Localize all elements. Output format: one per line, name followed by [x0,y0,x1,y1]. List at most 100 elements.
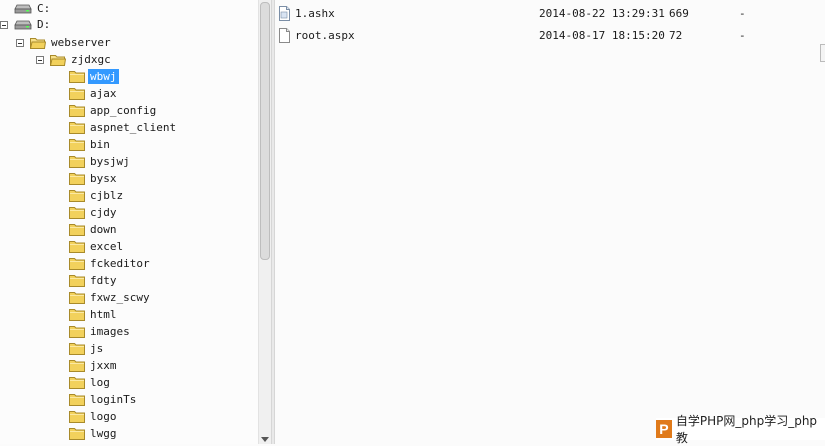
tree-item-label: down [90,223,117,236]
file-size: 72 [669,29,683,42]
tree-item-folder[interactable]: js [69,340,105,357]
tree-scrollbar[interactable] [258,0,271,444]
tree-item-label: js [90,342,104,355]
folder-icon [69,71,85,83]
tree-item-label: html [90,308,117,321]
folder-icon [69,122,85,134]
watermark-text: 自学PHP网_php学习_php教 [675,414,818,445]
tree-item-label: excel [90,240,124,253]
file-row[interactable]: root.aspx 2014-08-17 18:15:20 72 - [275,26,825,46]
drive-icon [14,20,32,29]
folder-icon [69,343,85,355]
folder-icon [69,173,85,185]
folder-icon [69,207,85,219]
tree-item-folder[interactable]: log [69,374,112,391]
tree-item-folder[interactable]: bysx [69,170,119,187]
file-list[interactable]: 1.ashx 2014-08-22 13:29:31 669 - root.as… [275,0,825,444]
tree-item-label: bin [90,138,110,151]
folder-icon [69,275,85,287]
tree-item-folder[interactable]: fxwz_scwy [69,289,152,306]
tree-item-folder[interactable]: logo [69,408,119,425]
tree-item-label: C: [37,2,51,15]
file-name: root.aspx [295,29,355,42]
file-permission: - [739,29,746,42]
collapse-toggle-icon[interactable] [0,20,8,29]
folder-icon [69,360,85,372]
tree-item-webserver[interactable]: webserver [16,34,113,51]
file-date: 2014-08-17 18:15:20 [539,29,665,42]
folder-icon [69,394,85,406]
folder-open-icon [30,38,46,49]
tree-item-label: app_config [90,104,157,117]
tree-item-folder[interactable]: lwgg [69,425,119,442]
file-name: 1.ashx [295,7,335,20]
tree-item-folder[interactable]: jxxm [69,357,119,374]
folder-icon [69,428,85,440]
file-row[interactable]: 1.ashx 2014-08-22 13:29:31 669 - [275,4,825,24]
tree-item-label: D: [37,18,51,31]
tree-item-label: jxxm [90,359,117,372]
folder-icon [69,241,85,253]
tree-item-folder[interactable]: excel [69,238,125,255]
tree-item-folder[interactable]: ajax [69,85,119,102]
tree-item-label: bysjwj [90,155,130,168]
tree-item-folder[interactable]: down [69,221,119,238]
folder-icon [69,190,85,202]
drive-icon [14,4,32,13]
folder-icon [69,139,85,151]
tree-item-zjdxgc[interactable]: zjdxgc [36,51,113,68]
file-permission: - [739,7,746,20]
folder-icon [69,88,85,100]
tree-item-label: ajax [90,87,117,100]
tree-item-drive-c[interactable]: C: [14,0,52,17]
collapse-toggle-icon[interactable] [36,55,44,64]
tree-item-folder[interactable]: loginTs [69,391,138,408]
tree-item-folder[interactable]: aspnet_client [69,119,178,136]
tree-item-folder[interactable]: fckeditor [69,255,152,272]
folder-icon [69,156,85,168]
tree-item-label: loginTs [90,393,137,406]
collapse-toggle-icon[interactable] [16,38,24,47]
tree-item-label: fdty [90,274,117,287]
scrollbar-thumb[interactable] [260,2,270,260]
file-date: 2014-08-22 13:29:31 [539,7,665,20]
file-script-icon [279,6,290,21]
tree-item-label: logo [90,410,117,423]
tree-item-drive-d[interactable]: D: [0,16,52,33]
folder-icon [69,105,85,117]
tree-item-folder[interactable]: app_config [69,102,158,119]
scroll-down-arrow-icon[interactable] [261,437,269,442]
folder-icon [69,292,85,304]
tree-item-folder[interactable]: cjblz [69,187,125,204]
folder-icon [69,377,85,389]
edge-control[interactable] [820,44,825,62]
watermark: P 自学PHP网_php学习_php教 [656,414,825,445]
tree-item-folder[interactable]: images [69,323,132,340]
tree-item-label: webserver [51,36,111,49]
folder-icon [69,224,85,236]
tree-item-label: wbwj [88,69,119,84]
folder-tree[interactable]: C: D: webserver zjdxgc wbwj ajax app_confi… [0,0,258,444]
folder-open-icon [50,55,66,66]
folder-icon [69,411,85,423]
tree-item-label: log [90,376,110,389]
tree-item-folder[interactable]: html [69,306,119,323]
tree-item-folder[interactable]: bysjwj [69,153,132,170]
tree-item-label: zjdxgc [71,53,111,66]
file-size: 669 [669,7,689,20]
tree-item-label: fxwz_scwy [90,291,150,304]
tree-item-label: lwgg [90,427,117,440]
tree-item-folder[interactable]: cjdy [69,204,119,221]
tree-item-folder[interactable]: wbwj [69,68,119,85]
watermark-logo-icon: P [656,420,672,438]
folder-icon [69,326,85,338]
folder-icon [69,258,85,270]
file-document-icon [279,28,290,43]
tree-item-folder[interactable]: bin [69,136,112,153]
tree-item-label: cjblz [90,189,124,202]
tree-item-folder[interactable]: fdty [69,272,119,289]
tree-item-label: bysx [90,172,117,185]
tree-item-label: images [90,325,130,338]
tree-item-label: aspnet_client [90,121,177,134]
folder-icon [69,309,85,321]
